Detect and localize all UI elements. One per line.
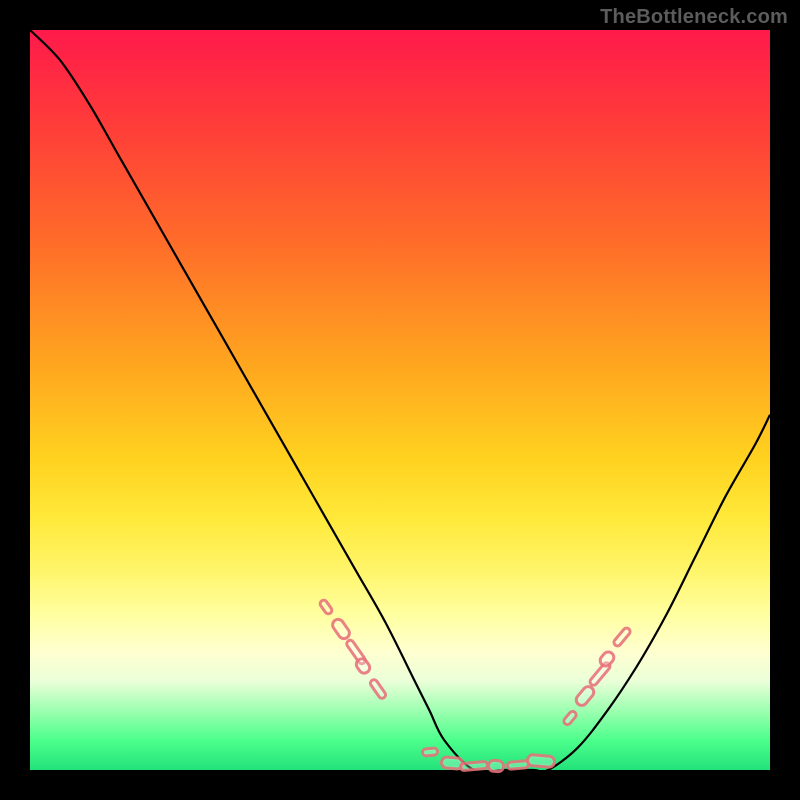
curve-layer [30,30,770,770]
bottleneck-curve [30,30,770,770]
watermark-text: TheBottleneck.com [600,6,788,29]
valley-cluster-dot [487,759,506,775]
valley-cluster-dot [525,753,556,770]
chart-frame: TheBottleneck.com [0,0,800,800]
valley-cluster-dot [420,746,439,758]
valley-cluster-dot [459,760,490,773]
plot-area [30,30,770,770]
